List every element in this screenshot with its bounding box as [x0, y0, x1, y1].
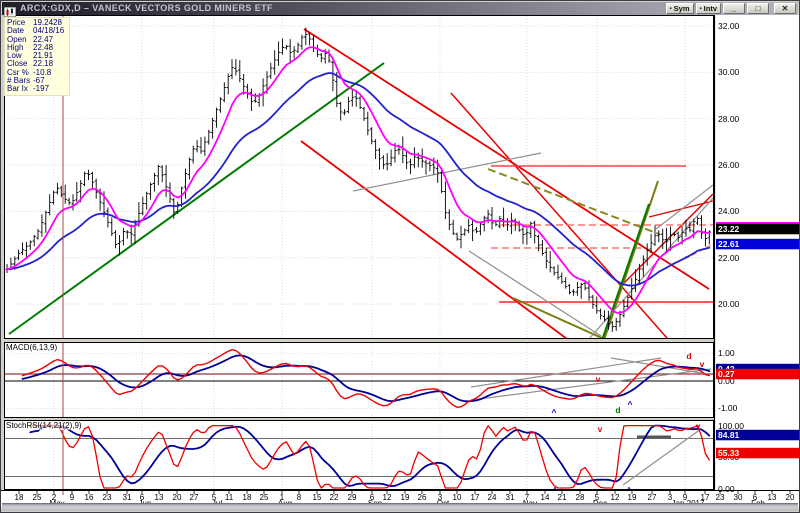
svg-text:30.00: 30.00 [718, 67, 740, 77]
svg-text:30: 30 [734, 493, 743, 502]
symbol-button-icon: ▪ [670, 6, 672, 12]
svg-text:v: v [700, 359, 705, 369]
interval-button[interactable]: ▪Intv [696, 3, 721, 14]
titlebar[interactable]: ARCX:GDX,D – VANECK VECTORS GOLD MINERS … [2, 2, 798, 15]
svg-text:25: 25 [260, 493, 269, 502]
svg-text:20: 20 [173, 493, 182, 502]
svg-text:v: v [696, 421, 701, 431]
svg-text:23.22: 23.22 [718, 224, 740, 234]
svg-text:24: 24 [488, 493, 497, 502]
macd-pane-label: MACD(6,13,9) [6, 343, 57, 352]
svg-text:11: 11 [225, 493, 234, 502]
maximize-icon: □ [756, 4, 761, 13]
svg-text:20.00: 20.00 [718, 299, 740, 309]
svg-text:29: 29 [348, 493, 357, 502]
svg-text:-1.00: -1.00 [718, 403, 738, 413]
svg-text:8: 8 [297, 493, 302, 502]
svg-text:9: 9 [70, 493, 75, 502]
svg-text:22.00: 22.00 [718, 253, 740, 263]
close-icon: ✕ [782, 4, 789, 13]
svg-text:21: 21 [558, 493, 567, 502]
svg-text:27: 27 [190, 493, 199, 502]
svg-text:18: 18 [243, 493, 252, 502]
minimize-button[interactable]: _ [723, 3, 745, 14]
svg-text:17: 17 [701, 493, 710, 502]
chart-canvas[interactable]: ^vd^dv^v^v32.0030.0028.0026.0024.0022.00… [1, 1, 800, 513]
svg-text:15: 15 [313, 493, 322, 502]
chart-window: ^vd^dv^v^v32.0030.0028.0026.0024.0022.00… [0, 0, 800, 513]
svg-text:d: d [686, 351, 691, 361]
svg-text:d: d [615, 405, 620, 415]
svg-text:10: 10 [453, 493, 462, 502]
svg-text:28.00: 28.00 [718, 114, 740, 124]
svg-text:25: 25 [33, 493, 42, 502]
svg-text:12: 12 [383, 493, 392, 502]
svg-text:14: 14 [541, 493, 550, 502]
svg-text:55.33: 55.33 [718, 448, 740, 458]
svg-text:31: 31 [123, 493, 132, 502]
svg-text:27: 27 [648, 493, 657, 502]
symbol-button[interactable]: ▪Sym [666, 3, 694, 14]
maximize-button[interactable]: □ [747, 3, 769, 14]
svg-text:18: 18 [15, 493, 24, 502]
svg-text:19: 19 [401, 493, 410, 502]
svg-text:12: 12 [611, 493, 620, 502]
interval-button-icon: ▪ [700, 6, 702, 12]
horizontal-scrollbar[interactable] [2, 503, 798, 511]
panel-row-barix: Bar Ix-197 [7, 85, 67, 93]
svg-text:19: 19 [628, 493, 637, 502]
svg-text:17: 17 [471, 493, 480, 502]
svg-text:23: 23 [716, 493, 725, 502]
svg-text:v: v [596, 374, 601, 384]
svg-text:^: ^ [628, 399, 633, 409]
svg-text:84.81: 84.81 [718, 430, 740, 440]
stochrsi-pane-label: StochRSI(14,21(2),9) [6, 421, 82, 430]
minimize-icon: _ [732, 4, 736, 13]
svg-text:0.27: 0.27 [718, 369, 735, 379]
app-icon [4, 4, 16, 14]
svg-text:13: 13 [768, 493, 777, 502]
cursor-data-panel: Price19.2428 Date04/18/16 Open22.47 High… [4, 17, 70, 96]
svg-text:16: 16 [85, 493, 94, 502]
macd-value-badges: 0.420.27 [716, 364, 800, 380]
svg-text:31: 31 [506, 493, 515, 502]
svg-text:24.00: 24.00 [718, 206, 740, 216]
svg-text:23: 23 [103, 493, 112, 502]
svg-text:26.00: 26.00 [718, 160, 740, 170]
svg-text:32.00: 32.00 [718, 21, 740, 31]
svg-text:26: 26 [418, 493, 427, 502]
svg-text:22: 22 [330, 493, 339, 502]
svg-text:13: 13 [155, 493, 164, 502]
close-button[interactable]: ✕ [774, 3, 796, 14]
svg-text:22.61: 22.61 [718, 239, 740, 249]
svg-text:28: 28 [576, 493, 585, 502]
svg-text:^: ^ [552, 407, 557, 417]
svg-text:1.00: 1.00 [718, 348, 735, 358]
window-title: ARCX:GDX,D – VANECK VECTORS GOLD MINERS … [20, 2, 666, 15]
svg-text:20: 20 [786, 493, 795, 502]
svg-text:v: v [598, 424, 603, 434]
